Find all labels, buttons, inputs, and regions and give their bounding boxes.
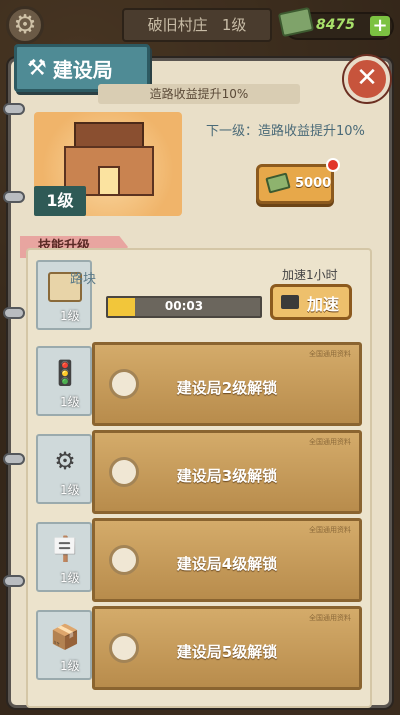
card-stamp: 全国通用资料: [309, 438, 351, 446]
close-button[interactable]: ✕: [344, 56, 390, 102]
binder-ring: [3, 575, 25, 587]
video-icon: [281, 295, 299, 309]
next-level-effect: 下一级：造路收益提升10%: [206, 124, 365, 139]
upgrade-price: 5000: [295, 176, 332, 191]
panel-title: 建设局: [52, 57, 113, 82]
tire-wrench-icon: ⚙ 1级: [36, 434, 92, 504]
unlock-requirement: 建设局2级解锁: [176, 379, 278, 397]
card-stamp: 全国通用资料: [309, 614, 351, 622]
unlock-requirement: 建设局3级解锁: [176, 467, 278, 485]
village-level: 1级: [221, 16, 247, 34]
cash-icon: [265, 172, 291, 194]
card-stamp: 全国通用资料: [309, 350, 351, 358]
current-effect: 造路收益提升10%: [98, 84, 300, 104]
notification-dot: [326, 158, 340, 172]
binder-ring: [3, 191, 25, 203]
unlock-requirement: 建设局4级解锁: [176, 555, 278, 573]
locked-skill-card[interactable]: 全国通用资料 建设局2级解锁: [92, 342, 362, 426]
add-money-button[interactable]: +: [370, 16, 390, 36]
speed-up-hint: 加速1小时: [282, 268, 338, 282]
hammer-wrench-icon: ⚒: [27, 55, 47, 81]
binder-ring: [3, 103, 25, 115]
skill-progress-bar: 00:03: [106, 296, 262, 318]
road-sign-icon: 🪧 1级: [36, 522, 92, 592]
money-counter: 8475 +: [277, 6, 394, 40]
village-title: 破旧村庄 1级: [122, 8, 272, 42]
building-level-badge: 1级: [34, 186, 86, 216]
locked-skill-card[interactable]: 全国通用资料 建设局3级解锁: [92, 430, 362, 514]
binder-ring: [3, 307, 25, 319]
unlock-requirement: 建设局5级解锁: [176, 643, 278, 661]
money-amount: 8475: [316, 17, 355, 33]
cash-icon: [277, 6, 315, 38]
traffic-light-icon: 🚦 1级: [36, 346, 92, 416]
speed-up-label: 加速: [307, 295, 340, 314]
progress-timer: 00:03: [164, 299, 204, 313]
crate-icon: 📦 1级: [36, 610, 92, 680]
upgrade-button[interactable]: 5000: [256, 164, 334, 204]
skill-level: 1级: [60, 309, 80, 323]
village-name: 破旧村庄: [147, 16, 208, 34]
locked-skill-card[interactable]: 全国通用资料 建设局5级解锁: [92, 606, 362, 690]
locked-skill-card[interactable]: 全国通用资料 建设局4级解锁: [92, 518, 362, 602]
skill-name: 路块: [70, 272, 97, 287]
binder-ring: [3, 453, 25, 465]
speed-up-button[interactable]: 加速: [270, 284, 352, 320]
card-stamp: 全国通用资料: [309, 526, 351, 534]
settings-gear-icon[interactable]: ⚙: [6, 6, 44, 44]
